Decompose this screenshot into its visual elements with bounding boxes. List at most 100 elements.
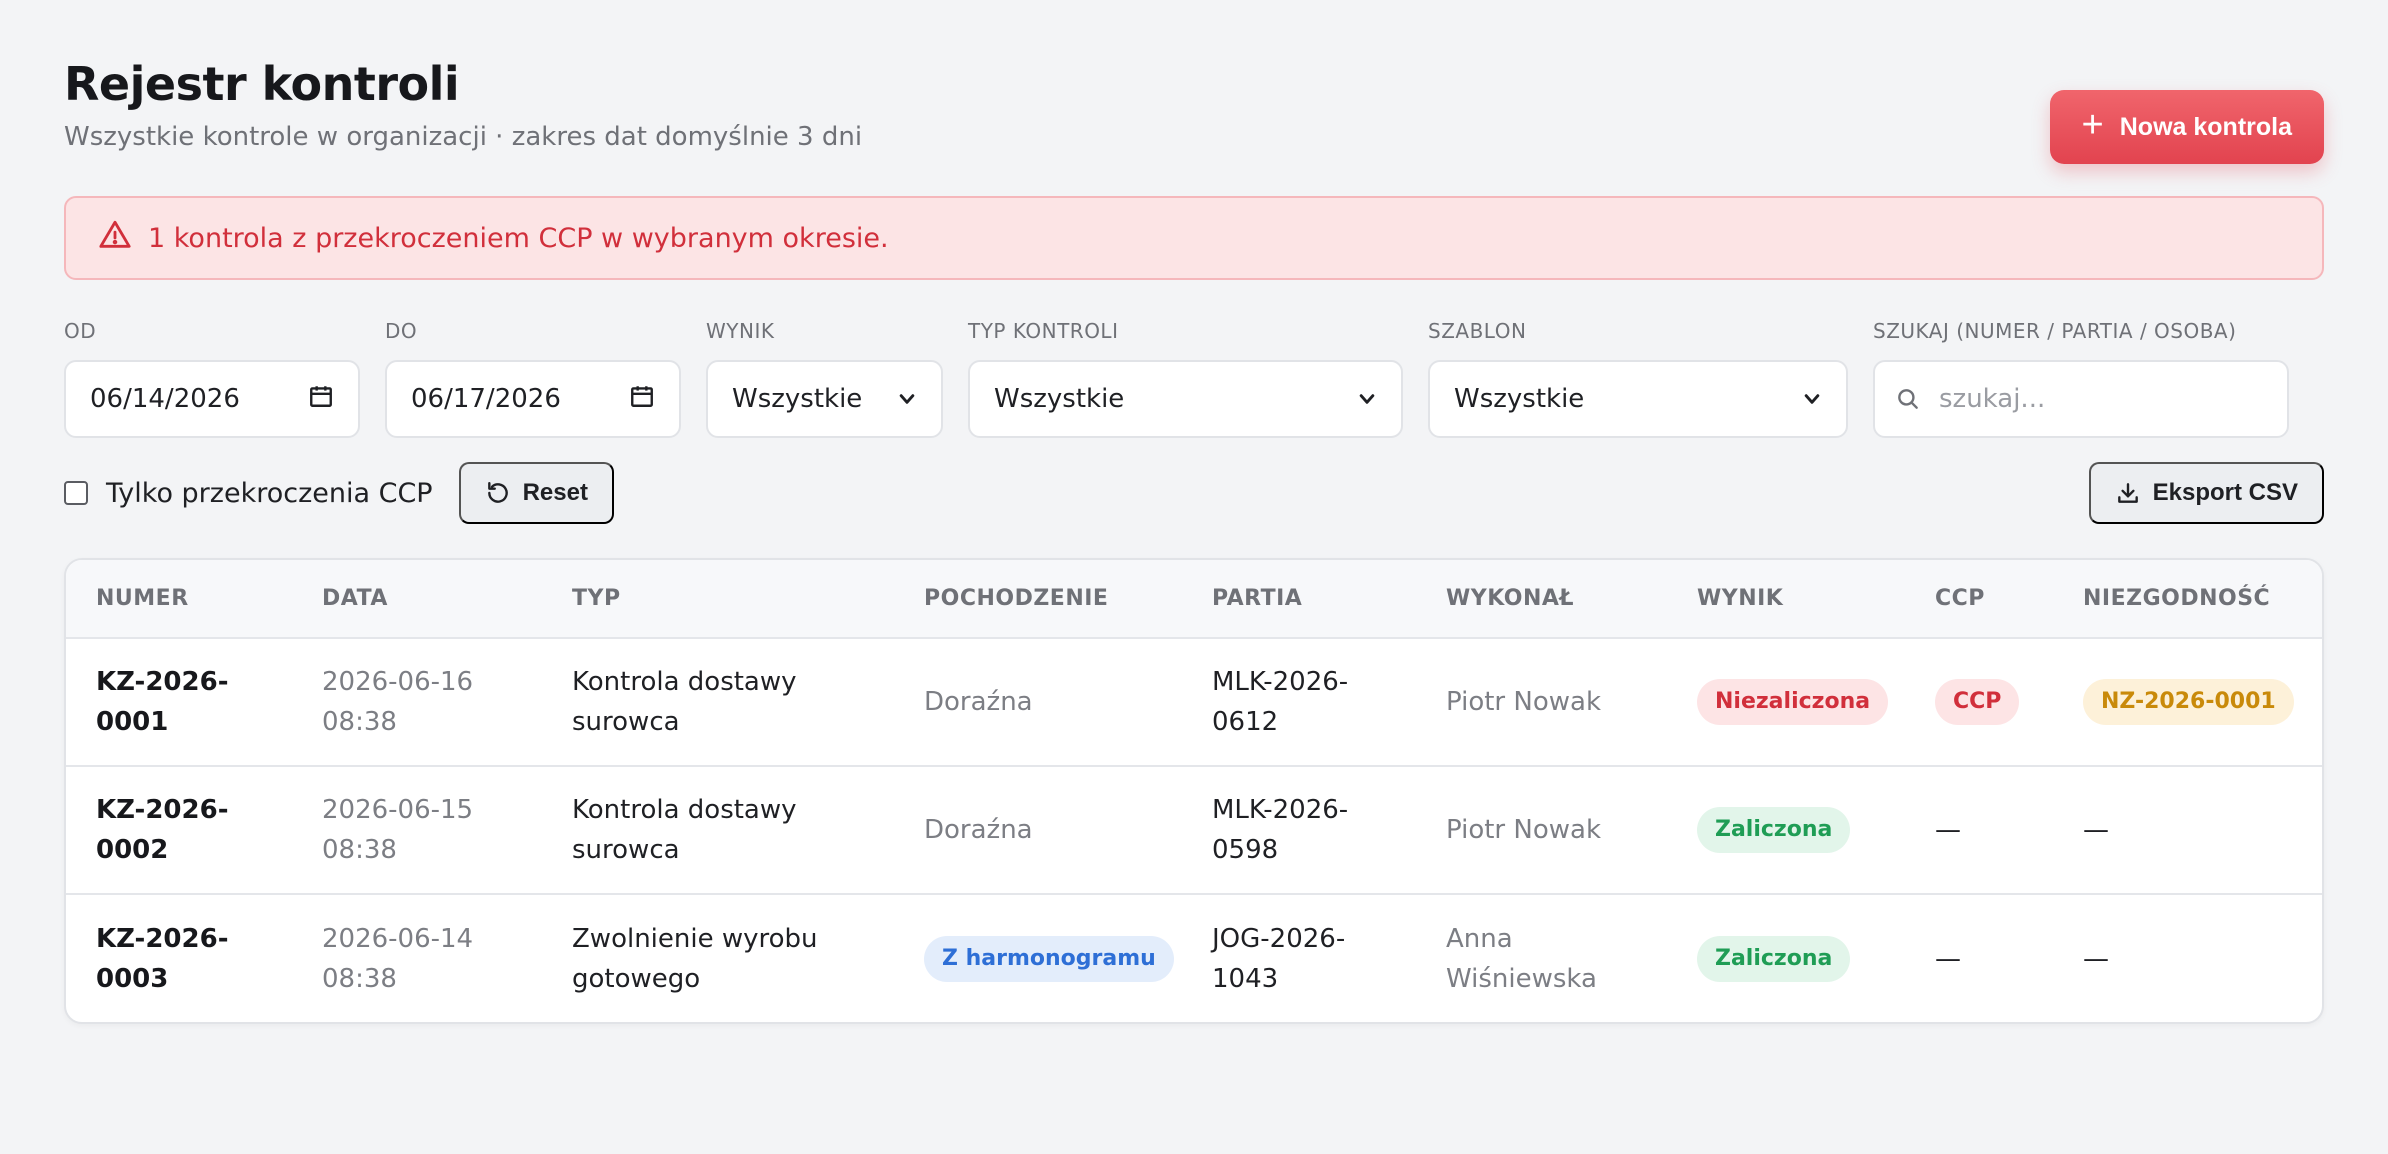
new-inspection-label: Nowa kontrola (2119, 112, 2292, 141)
filter-from: OD 06/14/2026 (64, 316, 360, 438)
toolbar: Tylko przekroczenia CCP Reset Eksport CS… (64, 462, 2324, 524)
cell-ccp: — (1935, 815, 1961, 845)
register-page: Rejestr kontroli Wszystkie kontrole w or… (64, 56, 2324, 1024)
column-header-type[interactable]: TYP (542, 560, 894, 638)
search-placeholder: szukaj... (1939, 384, 2046, 414)
cell-type-line1: Kontrola dostawy (572, 667, 797, 697)
reset-icon (487, 482, 508, 503)
column-header-date[interactable]: DATA (292, 560, 542, 638)
table-row[interactable]: KZ-2026- 0002 2026-06-15 08:38 Kontrola do… (66, 766, 2322, 894)
new-inspection-button[interactable]: + Nowa kontrola (2049, 90, 2324, 164)
cell-batch-line2: 0598 (1212, 835, 1279, 865)
cell-type: Zwolnienie wyrobu gotowego (542, 894, 894, 1022)
filter-template: SZABLON Wszystkie (1428, 316, 1848, 438)
cell-date-day: 2026-06-15 (322, 795, 474, 825)
table-row[interactable]: KZ-2026- 0003 2026-06-14 08:38 Zwolnienie … (66, 894, 2322, 1022)
cell-number-line2: 0001 (96, 707, 169, 737)
cell-batch-line1: MLK-2026- (1212, 667, 1349, 697)
export-csv-label: Eksport CSV (2152, 479, 2298, 506)
filter-search-label: SZUKAJ (NUMER / PARTIA / OSOBA) (1873, 319, 2237, 343)
filter-template-label: SZABLON (1428, 319, 1527, 343)
warning-icon (98, 218, 132, 259)
cell-ccp: — (1935, 943, 1961, 974)
column-header-number[interactable]: NUMER (66, 560, 292, 638)
cell-number[interactable]: KZ-2026- 0002 (66, 766, 292, 894)
filter-type: TYP KONTROLI Wszystkie (968, 316, 1403, 438)
ccp-alert: 1 kontrola z przekroczeniem CCP w wybran… (64, 196, 2324, 280)
template-select[interactable]: Wszystkie (1428, 360, 1848, 438)
cell-number[interactable]: KZ-2026- 0001 (66, 638, 292, 766)
ccp-only-label[interactable]: Tylko przekroczenia CCP (106, 478, 433, 509)
column-header-batch[interactable]: PARTIA (1182, 560, 1416, 638)
cell-batch: JOG-2026- 1043 (1182, 894, 1416, 1022)
cell-number-line1: KZ-2026- (96, 667, 229, 697)
column-header-nonconformity[interactable]: NIEZGODNOŚĆ (2053, 560, 2322, 638)
chevron-down-icon (899, 394, 915, 404)
cell-performed-by-line1: Piotr Nowak (1446, 815, 1601, 845)
cell-date: 2026-06-15 08:38 (292, 766, 542, 894)
cell-type-line2: surowca (572, 835, 680, 865)
cell-batch-line2: 0612 (1212, 707, 1279, 737)
cell-performed-by-line1: Piotr Nowak (1446, 687, 1601, 717)
cell-performed-by: Anna Wiśniewska (1416, 894, 1667, 1022)
result-select[interactable]: Wszystkie (706, 360, 943, 438)
result-badge: Zaliczona (1697, 935, 1851, 982)
search-icon (1898, 389, 1918, 409)
result-badge: Zaliczona (1697, 807, 1851, 853)
cell-number-line2: 0002 (96, 835, 169, 865)
calendar-icon[interactable] (629, 383, 655, 416)
cell-date-day: 2026-06-16 (322, 667, 474, 697)
search-input[interactable]: szukaj... (1873, 360, 2289, 438)
date-to-value: 06/17/2026 (411, 384, 561, 414)
cell-number-line1: KZ-2026- (96, 923, 229, 954)
column-header-origin[interactable]: POCHODZENIE (894, 560, 1182, 638)
type-select[interactable]: Wszystkie (968, 360, 1403, 438)
download-icon (2117, 483, 2138, 503)
cell-batch-line2: 1043 (1212, 963, 1279, 994)
plus-icon: + (2081, 104, 2104, 146)
calendar-icon[interactable] (308, 383, 334, 416)
cell-origin: Doraźna (924, 687, 1033, 717)
table-row[interactable]: KZ-2026- 0001 2026-06-16 08:38 Kontrola do… (66, 638, 2322, 766)
cell-ccp: CCP (1905, 638, 2053, 766)
result-badge: Niezaliczona (1697, 679, 1889, 725)
cell-nonconformity: — (2083, 815, 2109, 845)
nonconformity-badge[interactable]: NZ-2026-0001 (2083, 679, 2294, 725)
cell-result: Zaliczona (1667, 766, 1905, 894)
date-from-input[interactable]: 06/14/2026 (64, 360, 360, 438)
date-to-input[interactable]: 06/17/2026 (385, 360, 681, 438)
cell-type-line1: Zwolnienie wyrobu (572, 923, 818, 954)
cell-batch-line1: MLK-2026- (1212, 795, 1349, 825)
filter-to: DO 06/17/2026 (385, 316, 681, 438)
filter-search: SZUKAJ (NUMER / PARTIA / OSOBA) szukaj..… (1873, 316, 2289, 438)
column-header-ccp[interactable]: CCP (1905, 560, 2053, 638)
cell-type-line2: gotowego (572, 963, 701, 994)
cell-batch-line1: JOG-2026- (1212, 923, 1346, 954)
cell-batch: MLK-2026- 0612 (1182, 638, 1416, 766)
chevron-down-icon (1804, 394, 1820, 404)
origin-badge: Z harmonogramu (924, 935, 1174, 982)
page-title: Rejestr kontroli (64, 57, 460, 111)
column-header-result[interactable]: WYNIK (1667, 560, 1905, 638)
cell-performed-by-line2: Wiśniewska (1446, 963, 1597, 994)
inspections-table: NUMER DATA TYP POCHODZENIE PARTIA WYKONA… (64, 558, 2324, 1024)
template-select-value: Wszystkie (1454, 384, 1585, 414)
cell-type: Kontrola dostawy surowca (542, 766, 894, 894)
chevron-down-icon (1359, 394, 1375, 404)
cell-date-time: 08:38 (322, 707, 397, 737)
result-select-value: Wszystkie (732, 384, 863, 414)
cell-result: Zaliczona (1667, 894, 1905, 1022)
filter-to-label: DO (385, 319, 418, 343)
cell-type: Kontrola dostawy surowca (542, 638, 894, 766)
filter-from-label: OD (64, 319, 97, 343)
reset-button[interactable]: Reset (458, 462, 614, 524)
column-header-performed-by[interactable]: WYKONAŁ (1416, 560, 1667, 638)
ccp-only-checkbox[interactable] (64, 481, 88, 505)
toolbar-left: Tylko przekroczenia CCP Reset (64, 462, 614, 524)
reset-label: Reset (522, 479, 588, 506)
export-csv-button[interactable]: Eksport CSV (2088, 462, 2324, 524)
filter-result: WYNIK Wszystkie (706, 316, 943, 438)
alert-text: 1 kontrola z przekroczeniem CCP w wybran… (148, 222, 889, 254)
cell-date-time: 08:38 (322, 963, 397, 994)
cell-number[interactable]: KZ-2026- 0003 (66, 894, 292, 1022)
